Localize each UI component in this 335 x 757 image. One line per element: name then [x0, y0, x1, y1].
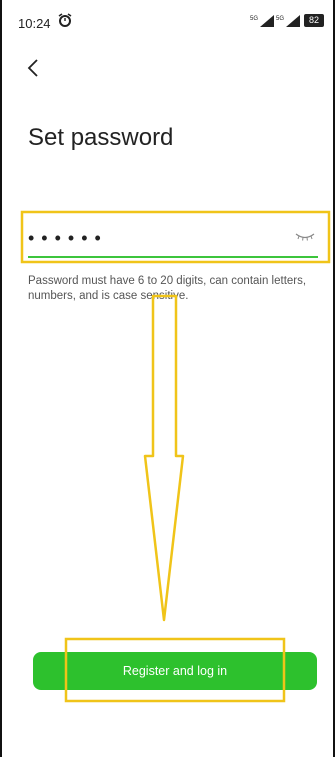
signal-icon: 5G: [250, 15, 274, 27]
signal-label: 5G: [250, 16, 258, 22]
left-border: [0, 0, 2, 757]
battery-indicator: 82: [304, 14, 324, 27]
eye-hidden-icon[interactable]: [294, 230, 316, 244]
register-button-label: Register and log in: [122, 664, 228, 678]
annotation-overlay: [20, 210, 331, 703]
password-input[interactable]: ••••••: [28, 220, 318, 258]
status-bar: 10:24 5G 5G 82: [0, 0, 335, 44]
page-title: Set password: [28, 124, 174, 151]
input-underline: [28, 256, 318, 258]
chevron-left-icon: [27, 59, 38, 77]
signal-icon: 5G: [276, 15, 300, 27]
alarm-clock-icon: [58, 13, 72, 27]
annotation-arrow: [143, 294, 185, 622]
password-value: ••••••: [28, 228, 108, 248]
back-button[interactable]: [22, 56, 46, 80]
status-time: 10:24: [18, 16, 51, 31]
password-helper-text: Password must have 6 to 20 digits, can c…: [28, 275, 307, 302]
register-and-login-button[interactable]: Register and log in: [33, 652, 317, 690]
signal-label: 5G: [276, 16, 284, 22]
